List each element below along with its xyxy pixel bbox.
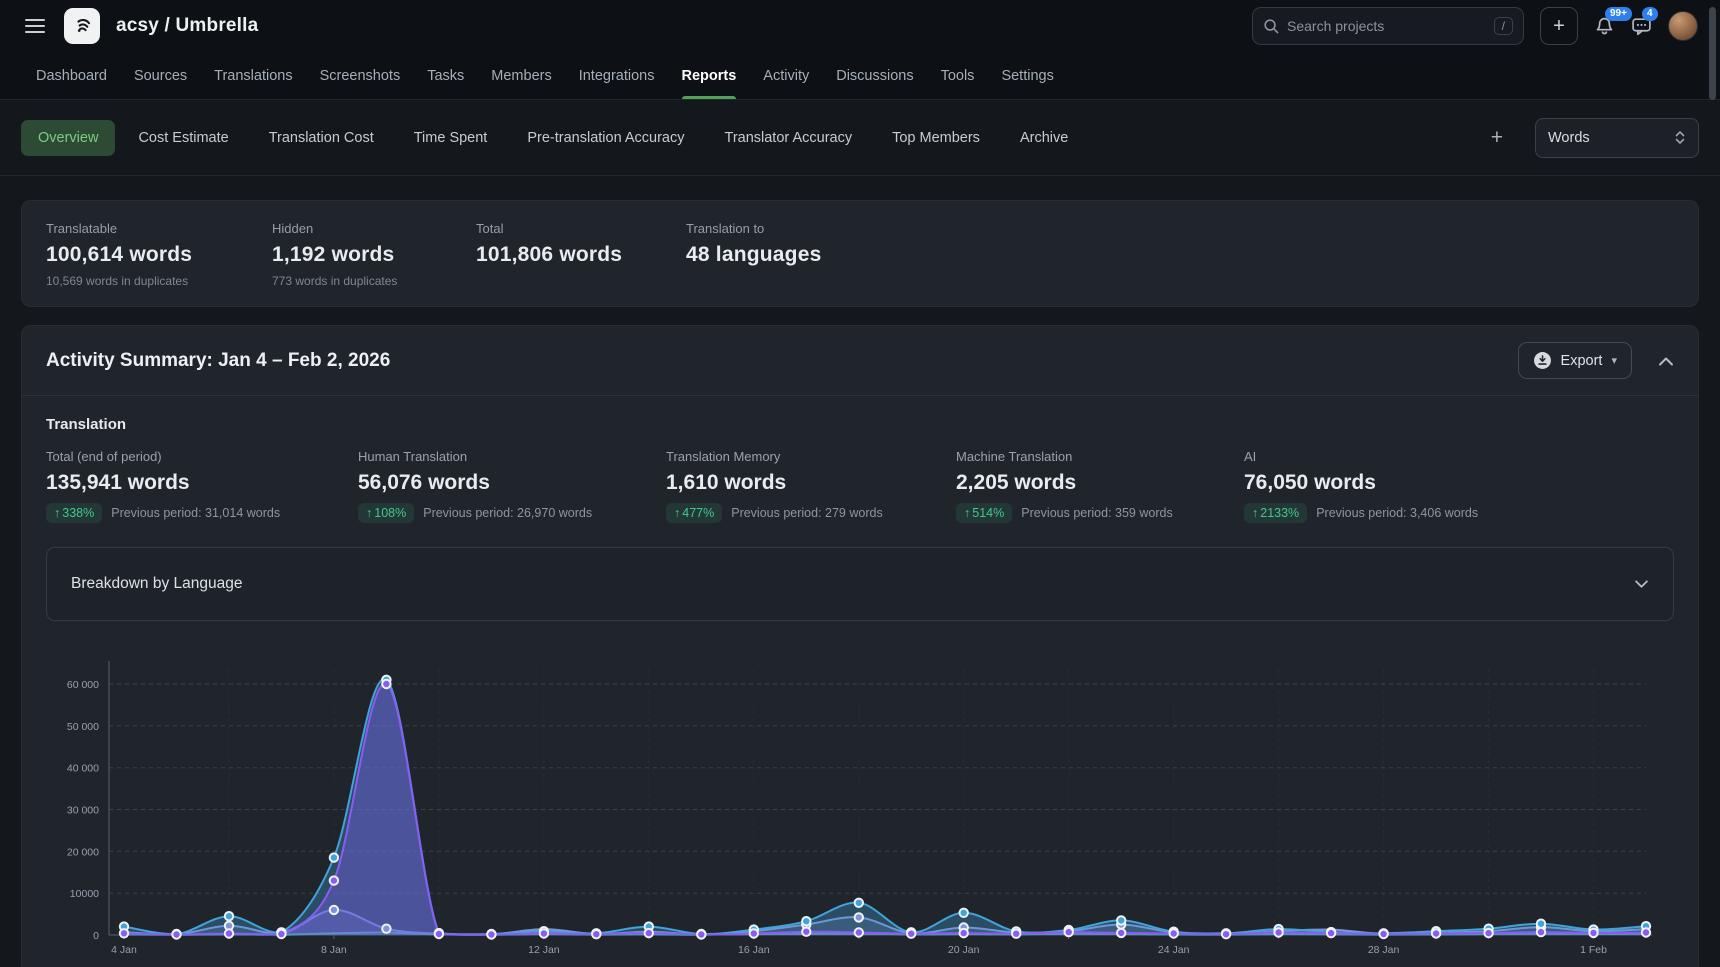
change-badge: ↑338% <box>46 503 102 523</box>
svg-text:0: 0 <box>93 930 99 942</box>
subtab-top-members[interactable]: Top Members <box>875 120 997 156</box>
notifications-button[interactable]: 99+ <box>1594 16 1615 36</box>
subtab-translation-cost[interactable]: Translation Cost <box>252 120 391 156</box>
reports-subnav: Overview Cost Estimate Translation Cost … <box>0 100 1720 176</box>
svg-text:8 Jan: 8 Jan <box>321 944 347 956</box>
activity-header: Activity Summary: Jan 4 – Feb 2, 2026 Ex… <box>22 326 1698 395</box>
nav-tab-sources[interactable]: Sources <box>134 52 187 99</box>
page-scrollbar-thumb[interactable] <box>1709 7 1716 100</box>
svg-text:50 000: 50 000 <box>67 721 99 733</box>
breakdown-label: Breakdown by Language <box>71 575 243 593</box>
subtab-overview[interactable]: Overview <box>21 120 115 156</box>
translation-section-title: Translation <box>46 416 1674 433</box>
nav-tab-activity[interactable]: Activity <box>763 52 809 99</box>
word-stats-card: Translatable 100,614 words 10,569 words … <box>21 200 1699 307</box>
nav-tab-screenshots[interactable]: Screenshots <box>320 52 401 99</box>
subtab-pretranslation-accuracy[interactable]: Pre-translation Accuracy <box>510 120 701 156</box>
unit-selector[interactable]: Words <box>1535 118 1699 158</box>
svg-text:12 Jan: 12 Jan <box>528 944 560 956</box>
metric-total: Total (end of period) 135,941 words ↑338… <box>46 449 358 523</box>
export-label: Export <box>1561 353 1603 369</box>
metric-human-translation: Human Translation 56,076 words ↑108% Pre… <box>358 449 666 523</box>
project-breadcrumb: acsy / Umbrella <box>116 15 258 37</box>
nav-tab-discussions[interactable]: Discussions <box>836 52 913 99</box>
hamburger-menu-icon[interactable] <box>22 13 48 39</box>
stat-total: Total 101,806 words <box>476 221 686 288</box>
metric-machine-translation: Machine Translation 2,205 words ↑514% Pr… <box>956 449 1244 523</box>
arrow-up-icon: ↑ <box>674 506 680 520</box>
subtab-cost-estimate[interactable]: Cost Estimate <box>121 120 245 156</box>
subtab-time-spent[interactable]: Time Spent <box>397 120 505 156</box>
app-logo-icon <box>70 14 94 38</box>
main-nav: Dashboard Sources Translations Screensho… <box>0 52 1720 100</box>
change-badge: ↑2133% <box>1244 503 1307 523</box>
messages-button[interactable]: 4 <box>1631 16 1652 36</box>
svg-text:4 Jan: 4 Jan <box>111 944 137 956</box>
nav-tab-members[interactable]: Members <box>491 52 551 99</box>
nav-tab-integrations[interactable]: Integrations <box>579 52 655 99</box>
user-avatar[interactable] <box>1668 11 1698 41</box>
nav-tab-translations[interactable]: Translations <box>214 52 292 99</box>
main-content: Translatable 100,614 words 10,569 words … <box>0 176 1720 967</box>
arrow-up-icon: ↑ <box>54 506 60 520</box>
subtab-translator-accuracy[interactable]: Translator Accuracy <box>708 120 870 156</box>
unit-selector-value: Words <box>1548 130 1590 146</box>
export-button[interactable]: Export ▾ <box>1518 342 1632 379</box>
download-icon <box>1533 351 1552 370</box>
stat-languages: Translation to 48 languages <box>686 221 821 288</box>
arrow-up-icon: ↑ <box>964 506 970 520</box>
nav-tab-settings[interactable]: Settings <box>1001 52 1053 99</box>
updown-arrows-icon <box>1674 130 1686 145</box>
arrow-up-icon: ↑ <box>1252 506 1258 520</box>
stat-hidden: Hidden 1,192 words 773 words in duplicat… <box>272 221 476 288</box>
svg-text:10000: 10000 <box>70 888 99 900</box>
activity-summary-card: Activity Summary: Jan 4 – Feb 2, 2026 Ex… <box>21 325 1699 967</box>
notifications-badge: 99+ <box>1605 7 1632 21</box>
svg-text:16 Jan: 16 Jan <box>738 944 770 956</box>
search-box[interactable]: / <box>1252 7 1524 45</box>
svg-text:20 Jan: 20 Jan <box>948 944 980 956</box>
stat-translatable: Translatable 100,614 words 10,569 words … <box>46 221 272 288</box>
activity-chart: 0 10000 20 000 30 000 40 000 50 000 60 000 4 Ja… <box>46 643 1674 967</box>
svg-text:20 000: 20 000 <box>67 846 99 858</box>
nav-tab-tools[interactable]: Tools <box>941 52 975 99</box>
chevron-down-icon <box>1634 580 1649 589</box>
change-badge: ↑514% <box>956 503 1012 523</box>
nav-tab-reports[interactable]: Reports <box>682 52 737 99</box>
topbar: acsy / Umbrella / + 99+ 4 <box>0 0 1720 52</box>
change-badge: ↑477% <box>666 503 722 523</box>
export-caret-icon: ▾ <box>1611 354 1617 367</box>
translation-metrics: Total (end of period) 135,941 words ↑338… <box>46 449 1674 523</box>
svg-text:24 Jan: 24 Jan <box>1158 944 1190 956</box>
create-project-button[interactable]: + <box>1540 7 1578 45</box>
breakdown-by-language-accordion[interactable]: Breakdown by Language <box>46 547 1674 621</box>
activity-title: Activity Summary: Jan 4 – Feb 2, 2026 <box>46 350 390 372</box>
app-logo[interactable] <box>64 8 100 44</box>
metric-ai: AI 76,050 words ↑2133% Previous period: … <box>1244 449 1478 523</box>
activity-chart-svg: 0 10000 20 000 30 000 40 000 50 000 60 000 4 Ja… <box>46 643 1676 967</box>
nav-tab-tasks[interactable]: Tasks <box>427 52 464 99</box>
messages-badge: 4 <box>1642 7 1658 21</box>
metric-translation-memory: Translation Memory 1,610 words ↑477% Pre… <box>666 449 956 523</box>
add-report-button[interactable]: + <box>1477 126 1517 150</box>
search-shortcut-hint: / <box>1494 17 1513 35</box>
svg-text:60 000: 60 000 <box>67 679 99 691</box>
svg-text:30 000: 30 000 <box>67 805 99 817</box>
nav-tab-dashboard[interactable]: Dashboard <box>36 52 107 99</box>
svg-text:40 000: 40 000 <box>67 763 99 775</box>
chevron-up-icon <box>1658 356 1674 366</box>
search-icon <box>1263 18 1279 34</box>
collapse-section-button[interactable] <box>1658 356 1674 366</box>
svg-text:1 Feb: 1 Feb <box>1580 944 1607 956</box>
svg-text:28 Jan: 28 Jan <box>1368 944 1400 956</box>
search-input[interactable] <box>1287 18 1486 34</box>
arrow-up-icon: ↑ <box>366 506 372 520</box>
subtab-archive[interactable]: Archive <box>1003 120 1085 156</box>
change-badge: ↑108% <box>358 503 414 523</box>
